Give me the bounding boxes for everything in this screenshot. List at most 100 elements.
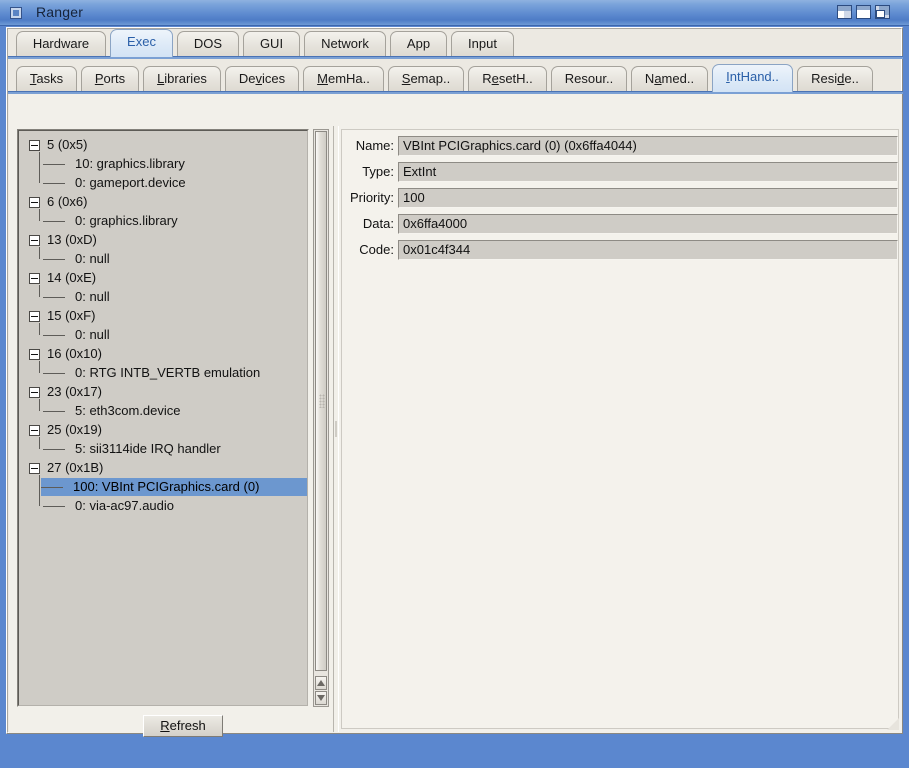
tab-label: Exec — [127, 34, 156, 49]
tree-node-selected[interactable]: 100: VBInt PCIGraphics.card (0) — [41, 478, 307, 496]
tab-label: DOS — [193, 36, 223, 51]
tree-child-node[interactable]: 5: eth3com.device — [43, 402, 181, 420]
maximize-button[interactable] — [856, 5, 871, 19]
tab-label: Reside.. — [811, 71, 859, 86]
secondary-tab-named-[interactable]: Named.. — [631, 66, 708, 92]
primary-tab-gui[interactable]: GUI — [243, 31, 300, 57]
tree-node-label: 27 (0x1B) — [47, 460, 104, 475]
restore-button[interactable] — [875, 5, 890, 19]
tree-node-label: 0: via-ac97.audio — [75, 498, 175, 513]
tree-collapse-icon[interactable] — [29, 425, 40, 436]
window-title: Ranger — [36, 4, 84, 20]
tab-label: Devices — [238, 71, 286, 86]
secondary-tab-reside-[interactable]: Reside.. — [797, 66, 873, 92]
tree-collapse-icon[interactable] — [29, 463, 40, 474]
tab-label: Hardware — [32, 36, 90, 51]
scrollbar-thumb[interactable] — [315, 131, 327, 671]
primary-tab-exec[interactable]: Exec — [110, 29, 173, 57]
tree-connector-line — [43, 297, 65, 298]
tree-collapse-icon[interactable] — [29, 387, 40, 398]
detail-row: Data: 0x6ffa4000 — [342, 214, 900, 236]
secondary-tab-memha-[interactable]: MemHa.. — [303, 66, 384, 92]
tree-connector-line — [39, 475, 40, 506]
tree-node-label: 13 (0xD) — [47, 232, 97, 247]
tab-content-panel: 5 (0x5) 10: graphics.library 0: gameport.d… — [9, 94, 902, 737]
refresh-mnemonic: R — [160, 718, 170, 733]
tree-child-node[interactable]: 0: RTG INTB_VERTB emulation — [43, 364, 260, 382]
tree-root-node[interactable]: 5 (0x5) — [29, 136, 87, 154]
tree-connector-line — [39, 323, 40, 335]
resize-grip-icon[interactable] — [885, 716, 899, 730]
primary-tab-network[interactable]: Network — [304, 31, 386, 57]
tab-label: Semap.. — [401, 71, 451, 86]
tree-collapse-icon[interactable] — [29, 140, 40, 151]
secondary-tab-ports[interactable]: Ports — [81, 66, 139, 92]
tab-label: MemHa.. — [317, 71, 370, 86]
window-menu-icon[interactable] — [10, 7, 22, 19]
secondary-tab-libraries[interactable]: Libraries — [143, 66, 221, 92]
tree-collapse-icon[interactable] — [29, 197, 40, 208]
tree-root-node[interactable]: 27 (0x1B) — [29, 459, 103, 477]
application-window: Ranger Hardware Exec DOS GUI Network App Input… — [0, 0, 909, 768]
tree-connector-line — [39, 437, 40, 449]
tree-node-label: 5: sii3114ide IRQ handler — [75, 441, 221, 456]
tree-connector-line — [39, 209, 40, 221]
detail-row: Name: VBInt PCIGraphics.card (0) (0x6ffa4… — [342, 136, 900, 158]
tree-collapse-icon[interactable] — [29, 349, 40, 360]
primary-tab-bar: Hardware Exec DOS GUI Network App Input — [8, 29, 903, 57]
primary-tab-app[interactable]: App — [390, 31, 447, 57]
tree-connector-line — [39, 247, 40, 259]
tree-node-label: 6 (0x6) — [47, 194, 88, 209]
detail-value-field[interactable]: VBInt PCIGraphics.card (0) (0x6ffa4044) — [398, 136, 898, 156]
tree-child-node[interactable]: 5: sii3114ide IRQ handler — [43, 440, 221, 458]
tree-vertical-scrollbar[interactable] — [313, 129, 329, 707]
tree-child-node[interactable]: 0: graphics.library — [43, 212, 178, 230]
detail-value-field[interactable]: ExtInt — [398, 162, 898, 182]
tree-node-label: 0: null — [75, 251, 110, 266]
tree-child-node[interactable]: 0: null — [43, 250, 110, 268]
detail-label: Code: — [359, 242, 394, 257]
secondary-tab-resour-[interactable]: Resour.. — [551, 66, 627, 92]
primary-tab-input[interactable]: Input — [451, 31, 514, 57]
detail-value-field[interactable]: 0x01c4f344 — [398, 240, 898, 260]
detail-value-field[interactable]: 0x6ffa4000 — [398, 214, 898, 234]
tree-node-label: 100: VBInt PCIGraphics.card (0) — [73, 479, 260, 494]
tree-collapse-icon[interactable] — [29, 273, 40, 284]
tree-node-label: 0: graphics.library — [75, 213, 178, 228]
tree-collapse-icon[interactable] — [29, 311, 40, 322]
tree-viewport: 5 (0x5) 10: graphics.library 0: gameport.d… — [18, 130, 308, 706]
tree-connector-line — [39, 285, 40, 297]
tree-child-node[interactable]: 10: graphics.library — [43, 155, 185, 173]
primary-tab-hardware[interactable]: Hardware — [16, 31, 106, 57]
tree-root-node[interactable]: 6 (0x6) — [29, 193, 87, 211]
tree-child-node[interactable]: 0: null — [43, 288, 110, 306]
detail-row: Type: ExtInt — [342, 162, 900, 184]
detail-row: Code: 0x01c4f344 — [342, 240, 900, 262]
refresh-button[interactable]: Refresh — [143, 715, 223, 737]
tree-connector-line — [39, 361, 40, 373]
secondary-tab-semap-[interactable]: Semap.. — [388, 66, 464, 92]
tree-collapse-icon[interactable] — [29, 235, 40, 246]
minimize-button[interactable] — [837, 5, 852, 19]
tree-node-label: 0: null — [75, 327, 110, 342]
pane-splitter[interactable] — [333, 126, 339, 732]
secondary-tab-tasks[interactable]: Tasks — [16, 66, 77, 92]
tree-connector-line — [43, 164, 65, 165]
tree-child-node[interactable]: 0: via-ac97.audio — [43, 497, 174, 515]
interrupt-tree[interactable]: 5 (0x5) 10: graphics.library 0: gameport.d… — [17, 129, 309, 707]
scroll-up-arrow-icon[interactable] — [315, 676, 327, 690]
tab-label: Named.. — [644, 71, 695, 86]
title-bar[interactable]: Ranger — [0, 0, 909, 26]
tree-connector-line — [43, 183, 65, 184]
secondary-tab-devices[interactable]: Devices — [225, 66, 299, 92]
secondary-tab-inthand-[interactable]: IntHand.. — [712, 64, 793, 92]
detail-value-field[interactable]: 100 — [398, 188, 898, 208]
tree-connector-line — [41, 487, 63, 488]
primary-tab-dos[interactable]: DOS — [177, 31, 239, 57]
tree-connector-line — [43, 506, 65, 507]
tree-child-node[interactable]: 0: gameport.device — [43, 174, 186, 192]
scroll-down-arrow-icon[interactable] — [315, 691, 327, 705]
secondary-tab-reseth-[interactable]: ResetH.. — [468, 66, 547, 92]
tree-node-label: 0: RTG INTB_VERTB emulation — [75, 365, 261, 380]
tree-child-node[interactable]: 0: null — [43, 326, 110, 344]
